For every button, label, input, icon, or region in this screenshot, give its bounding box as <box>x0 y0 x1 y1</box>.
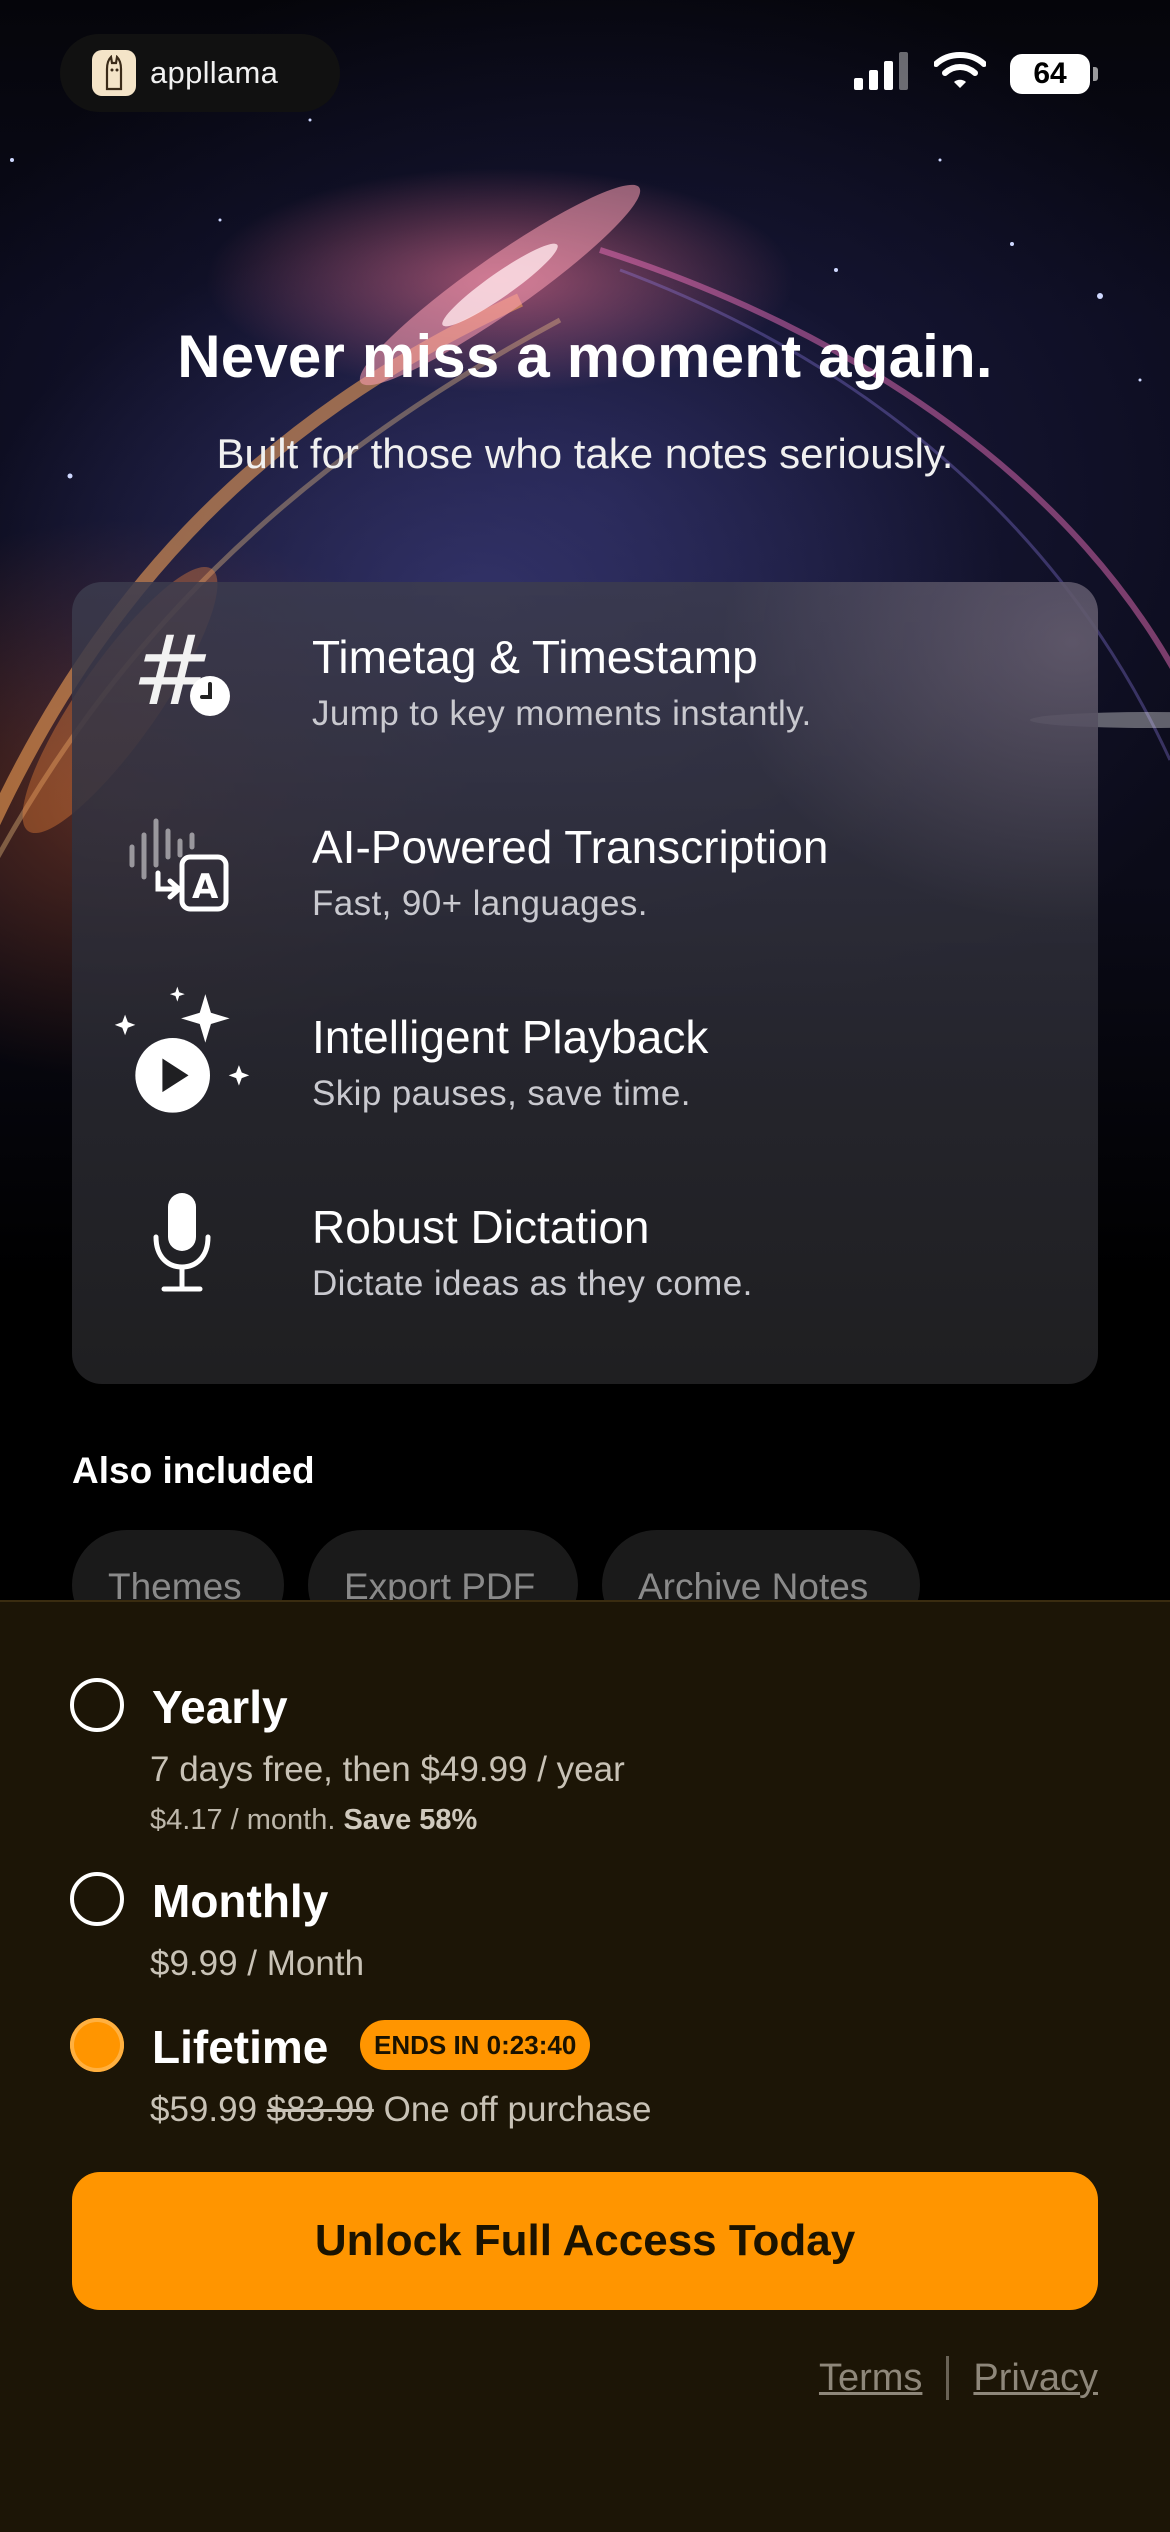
llama-logo-icon <box>92 50 136 96</box>
also-included-label: Also included <box>72 1450 315 1491</box>
footer-links: Terms Privacy <box>819 2356 1098 2400</box>
feature-description: Skip pauses, save time. <box>312 1074 691 1113</box>
radio-monthly[interactable] <box>70 1872 124 1926</box>
divider <box>946 2356 950 2400</box>
feature-item: Intelligent Playback Skip pauses, save t… <box>72 962 1098 1152</box>
sparkle-play-icon <box>112 982 252 1122</box>
system-status: 64 <box>854 52 1098 95</box>
plan-name: Yearly <box>152 1681 288 1733</box>
plan-price: $59.99 <box>150 2090 258 2129</box>
radio-yearly[interactable] <box>70 1678 124 1732</box>
feature-item: Robust Dictation Dictate ideas as they c… <box>72 1152 1098 1342</box>
hashtag-clock-icon: # <box>112 602 252 742</box>
wifi-icon <box>933 52 987 95</box>
feature-description: Jump to key moments instantly. <box>312 694 812 733</box>
feature-title: AI-Powered Transcription <box>312 821 829 873</box>
plan-sub-line: $4.17 / month. Save 58% <box>150 1804 477 1837</box>
transcription-icon: A <box>112 792 252 932</box>
plan-note: One off purchase <box>383 2090 652 2129</box>
radio-lifetime[interactable] <box>70 2018 124 2072</box>
feature-item: # Timetag & Timestamp Jump to key moment… <box>72 582 1098 772</box>
battery-icon: 64 <box>1010 53 1098 94</box>
brand-pill: appllama <box>60 34 340 112</box>
plan-price-line: $59.99 $83.99 One off purchase <box>150 2090 651 2130</box>
page-subtitle: Built for those who take notes seriously… <box>216 430 954 477</box>
feature-title: Intelligent Playback <box>312 1011 709 1063</box>
features-card: # Timetag & Timestamp Jump to key moment… <box>72 582 1098 1384</box>
privacy-link[interactable]: Privacy <box>973 2357 1098 2400</box>
feature-description: Dictate ideas as they come. <box>312 1264 753 1303</box>
plan-monthly-equivalent: $4.17 / month. <box>150 1804 336 1836</box>
plan-name: Lifetime <box>152 2021 329 2073</box>
microphone-icon <box>112 1172 252 1312</box>
feature-title: Timetag & Timestamp <box>312 631 758 683</box>
svg-text:A: A <box>192 867 219 907</box>
feature-item: A AI-Powered Transcription Fast, 90+ lan… <box>72 772 1098 962</box>
unlock-button[interactable]: Unlock Full Access Today <box>72 2172 1098 2310</box>
battery-level: 64 <box>1033 56 1067 90</box>
feature-description: Fast, 90+ languages. <box>312 884 648 923</box>
countdown-badge: ENDS IN 0:23:40 <box>360 2020 591 2070</box>
plan-price-line: $9.99 / Month <box>150 1944 365 1983</box>
page-title: Never miss a moment again. <box>177 323 993 390</box>
plan-old-price: $83.99 <box>266 2090 374 2129</box>
plan-name: Monthly <box>152 1875 329 1927</box>
signal-icon <box>854 52 910 95</box>
plan-savings: Save 58% <box>343 1804 478 1836</box>
plan-price-line: 7 days free, then $49.99 / year <box>150 1750 625 1789</box>
status-bar: appllama 64 <box>0 0 1170 120</box>
feature-title: Robust Dictation <box>312 1201 650 1253</box>
terms-link[interactable]: Terms <box>819 2357 922 2400</box>
brand-name: appllama <box>150 55 279 90</box>
